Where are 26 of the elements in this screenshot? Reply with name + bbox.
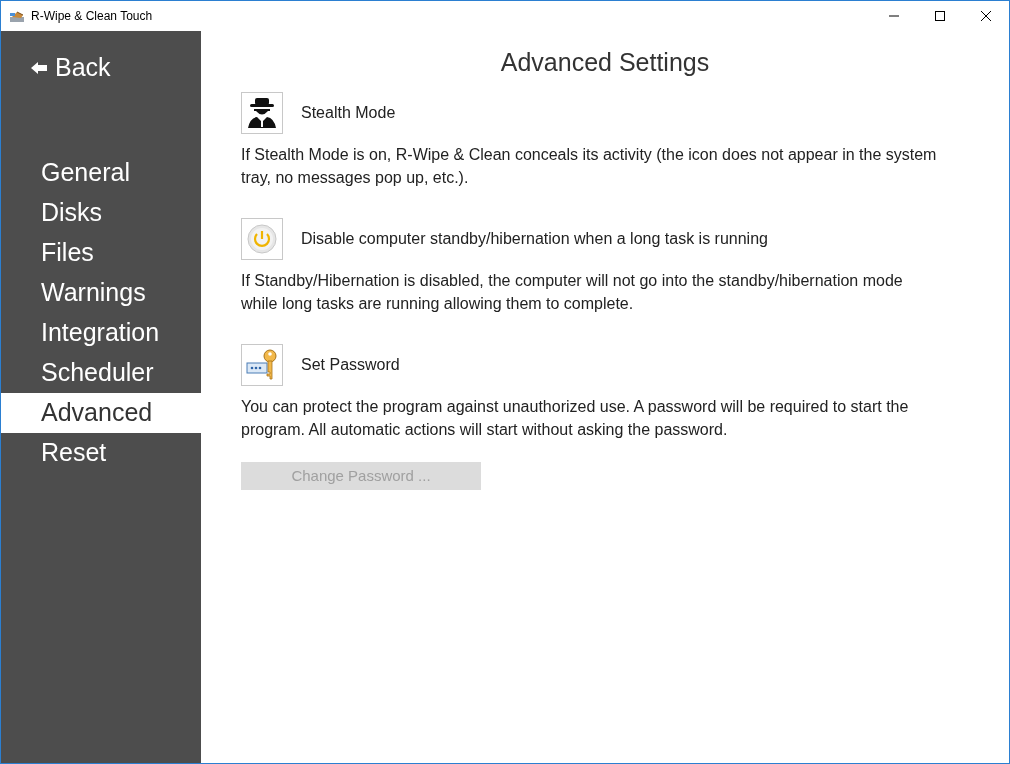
setting-title: Set Password <box>301 355 400 375</box>
sidebar-item[interactable]: Files <box>1 233 201 273</box>
page-heading: Advanced Settings <box>499 47 711 78</box>
power-icon <box>247 224 277 254</box>
close-icon <box>981 11 991 21</box>
set-password-button[interactable] <box>241 344 283 386</box>
setting-description: If Stealth Mode is on, R-Wipe & Clean conceals its activity (the icon does not appear in the system tray, no messages pop up, etc.). <box>241 145 938 188</box>
spy-icon <box>248 98 276 128</box>
standby-toggle-button[interactable] <box>241 218 283 260</box>
back-button[interactable]: Back <box>31 51 111 85</box>
window-title: R-Wipe & Clean Touch <box>31 8 153 25</box>
maximize-icon <box>935 11 945 21</box>
sidebar-item[interactable]: General <box>1 153 201 193</box>
setting-title: Disable computer standby/hibernation when a long task is running <box>301 229 768 249</box>
back-arrow-icon <box>31 62 47 74</box>
sidebar-item[interactable]: Advanced <box>1 393 201 433</box>
setting-description: You can protect the program against unauthorized use. A password will be required to start the program. All automatic actions will start without asking the password. <box>241 397 910 440</box>
sidebar-item[interactable]: Scheduler <box>1 353 201 393</box>
sidebar-item[interactable]: Warnings <box>1 273 201 313</box>
setting-description: If Standby/Hibernation is disabled, the computer will not go into the standby/hibernation mode while long tasks are running allowing them to complete. <box>241 271 904 314</box>
sidebar-item[interactable]: Disks <box>1 193 201 233</box>
sidebar-item[interactable]: Reset <box>1 433 201 473</box>
setting-title: Stealth Mode <box>301 103 396 123</box>
stealth-mode-button[interactable] <box>241 92 283 134</box>
key-icon <box>246 349 278 381</box>
sidebar-item[interactable]: Integration <box>1 313 201 353</box>
